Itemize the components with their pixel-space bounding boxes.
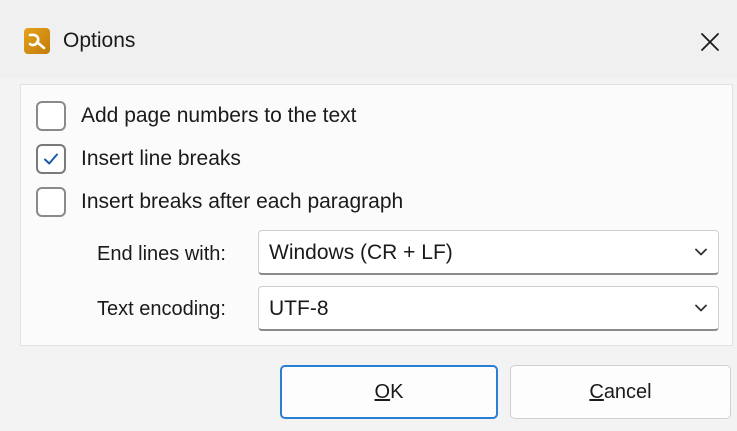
end-lines-label: End lines with: [97, 243, 226, 265]
option-insert-line-breaks[interactable]: Insert line breaks [36, 144, 241, 174]
cancel-rest: ancel [603, 380, 652, 403]
ok-accelerator: O [374, 380, 391, 403]
checkbox-insert-line-breaks[interactable] [36, 144, 66, 174]
checkbox-insert-paragraph-breaks[interactable] [36, 187, 66, 217]
title-bar: Options [0, 0, 737, 78]
ok-button[interactable]: OK [280, 365, 498, 419]
text-encoding-value: UTF-8 [269, 297, 329, 320]
chevron-down-icon [695, 304, 707, 312]
ok-rest: K [390, 380, 404, 403]
chevron-down-icon [695, 248, 707, 256]
option-add-page-numbers[interactable]: Add page numbers to the text [36, 101, 357, 131]
app-logo-icon [28, 33, 46, 50]
text-encoding-label: Text encoding: [97, 298, 226, 320]
option-label: Insert breaks after each paragraph [81, 190, 404, 213]
checkbox-add-page-numbers[interactable] [36, 101, 66, 131]
option-label: Insert line breaks [81, 147, 241, 170]
close-icon [701, 33, 719, 51]
cancel-accelerator: C [589, 380, 604, 403]
checkmark-icon [44, 153, 58, 165]
option-label: Add page numbers to the text [81, 104, 357, 127]
end-lines-value: Windows (CR + LF) [269, 241, 453, 264]
close-button[interactable] [690, 22, 730, 62]
end-lines-select[interactable]: Windows (CR + LF) [258, 230, 719, 275]
dialog-title: Options [63, 29, 136, 52]
options-dialog: Options Add page numbers to the text Ins… [0, 0, 737, 431]
option-insert-paragraph-breaks[interactable]: Insert breaks after each paragraph [36, 187, 403, 217]
text-encoding-select[interactable]: UTF-8 [258, 286, 719, 331]
app-icon [24, 28, 50, 54]
cancel-button[interactable]: Cancel [510, 365, 731, 419]
